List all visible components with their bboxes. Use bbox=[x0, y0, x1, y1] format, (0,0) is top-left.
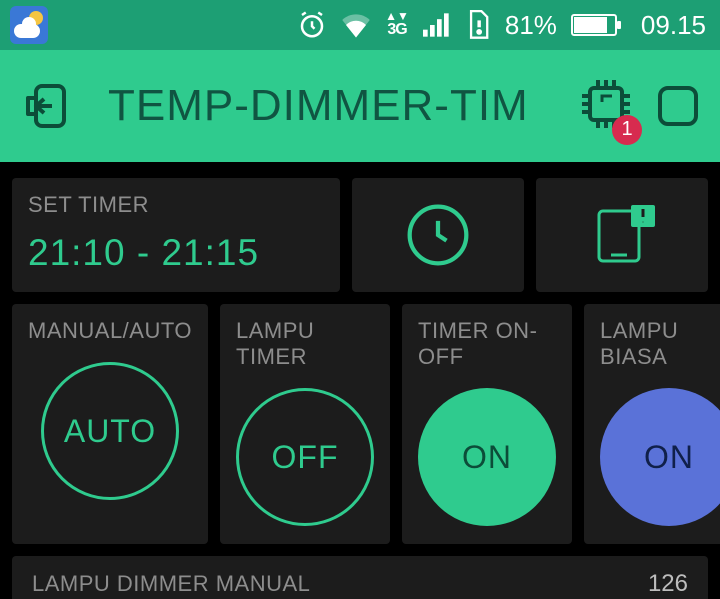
device-chip-button[interactable]: 1 bbox=[580, 78, 632, 135]
controls-row: MANUAL/AUTO AUTO LAMPU TIMER OFF TIMER O… bbox=[12, 304, 708, 544]
control-label: LAMPU TIMER bbox=[236, 318, 374, 370]
device-alert-icon bbox=[585, 202, 659, 268]
control-label: TIMER ON-OFF bbox=[418, 318, 556, 370]
control-value-button[interactable]: AUTO bbox=[41, 362, 179, 500]
set-timer-tile[interactable]: SET TIMER 21:10 - 21:15 bbox=[12, 178, 340, 292]
battery-icon bbox=[571, 14, 617, 36]
android-status-bar: ▲▼ 3G 81% 09.15 bbox=[0, 0, 720, 50]
menu-square-button[interactable] bbox=[658, 86, 698, 126]
control-label: MANUAL/AUTO bbox=[28, 318, 192, 344]
clock-icon bbox=[404, 201, 472, 269]
control-label: LAMPU BIASA bbox=[600, 318, 720, 370]
page-title: TEMP-DIMMER-TIM bbox=[68, 81, 570, 131]
lampu-dimmer-tile[interactable]: LAMPU DIMMER MANUAL 126 bbox=[12, 556, 708, 599]
control-value-button[interactable]: ON bbox=[600, 388, 720, 526]
alarm-icon bbox=[297, 10, 327, 40]
signal-icon bbox=[423, 13, 451, 37]
control-value-button[interactable]: ON bbox=[418, 388, 556, 526]
set-timer-value: 21:10 - 21:15 bbox=[28, 232, 324, 274]
mobile-data-icon: ▲▼ 3G bbox=[385, 12, 409, 38]
control-lampu-biasa[interactable]: LAMPU BIASA ON bbox=[584, 304, 720, 544]
weather-icon bbox=[10, 6, 48, 44]
dimmer-label: LAMPU DIMMER MANUAL bbox=[32, 571, 310, 597]
set-timer-label: SET TIMER bbox=[28, 192, 324, 218]
device-alert-tile[interactable] bbox=[536, 178, 708, 292]
wifi-icon bbox=[341, 12, 371, 38]
notification-badge: 1 bbox=[612, 115, 642, 145]
status-clock: 09.15 bbox=[641, 10, 706, 41]
back-icon[interactable] bbox=[22, 80, 68, 132]
sim-alert-icon bbox=[465, 10, 491, 40]
battery-percentage: 81% bbox=[505, 10, 557, 41]
control-timer-onoff[interactable]: TIMER ON-OFF ON bbox=[402, 304, 572, 544]
content-area: SET TIMER 21:10 - 21:15 MANUAL/AUTO AUTO… bbox=[0, 162, 720, 599]
app-header: TEMP-DIMMER-TIM 1 bbox=[0, 50, 720, 162]
dimmer-value: 126 bbox=[648, 570, 688, 598]
clock-tile[interactable] bbox=[352, 178, 524, 292]
control-lampu-timer[interactable]: LAMPU TIMER OFF bbox=[220, 304, 390, 544]
control-value-button[interactable]: OFF bbox=[236, 388, 374, 526]
control-manual-auto[interactable]: MANUAL/AUTO AUTO bbox=[12, 304, 208, 544]
